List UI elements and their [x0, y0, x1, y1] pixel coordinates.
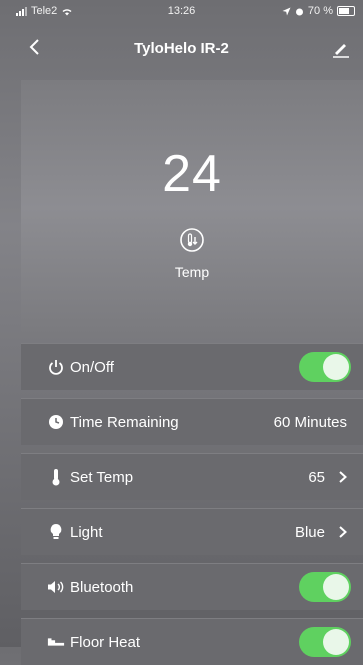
- bluetooth-label: Bluetooth: [70, 578, 134, 596]
- toggle-knob: [323, 574, 349, 600]
- set-temp-value: 65: [308, 468, 325, 486]
- light-value: Blue: [294, 523, 325, 541]
- chevron-right-icon: [339, 471, 347, 483]
- alarm-icon: [295, 8, 303, 15]
- status-right: 70 %: [282, 5, 355, 17]
- bluetooth-toggle[interactable]: [299, 572, 351, 602]
- clock-icon: [47, 413, 65, 431]
- row-floor-heat[interactable]: Floor Heat: [21, 618, 363, 665]
- light-value-group: Blue: [295, 524, 347, 541]
- row-set-temp[interactable]: Set Temp 65: [21, 453, 363, 500]
- light-label: Light: [70, 523, 103, 541]
- thermometer-icon: [47, 468, 65, 486]
- floor-heat-icon: [47, 633, 65, 651]
- page-title: TyloHelo IR-2: [134, 40, 229, 57]
- row-on-off[interactable]: On/Off: [21, 343, 363, 390]
- location-icon: [282, 7, 291, 15]
- temperature-label: Temp: [174, 264, 210, 280]
- power-icon: [47, 358, 65, 376]
- toggle-knob: [323, 354, 349, 380]
- row-bluetooth[interactable]: Bluetooth: [21, 563, 363, 610]
- speaker-icon: [47, 578, 65, 596]
- row-time-remaining: Time Remaining 60 Minutes: [21, 398, 363, 445]
- row-light[interactable]: Light Blue: [21, 508, 363, 555]
- nav-header: TyloHelo IR-2: [0, 30, 363, 64]
- temperature-value: 24: [162, 145, 222, 203]
- time-remaining-value: 60 Minutes: [273, 413, 347, 431]
- set-temp-label: Set Temp: [70, 468, 134, 486]
- thermometer-down-icon: [180, 228, 204, 252]
- lightbulb-icon: [47, 523, 65, 541]
- time-remaining-label: Time Remaining: [70, 413, 179, 431]
- floor-heat-label: Floor Heat: [70, 633, 141, 651]
- edit-icon[interactable]: [331, 40, 351, 58]
- floor-heat-toggle[interactable]: [299, 627, 351, 657]
- set-temp-value-group: 65: [308, 469, 347, 486]
- battery-icon: [337, 6, 355, 16]
- temperature-panel: 24 Temp: [21, 80, 363, 336]
- battery-percent: 70 %: [307, 5, 333, 17]
- toggle-knob: [323, 629, 349, 655]
- status-bar: Tele2 13:26 70 %: [0, 0, 363, 22]
- chevron-right-icon: [339, 526, 347, 538]
- on-off-toggle[interactable]: [299, 352, 351, 382]
- on-off-label: On/Off: [70, 358, 114, 376]
